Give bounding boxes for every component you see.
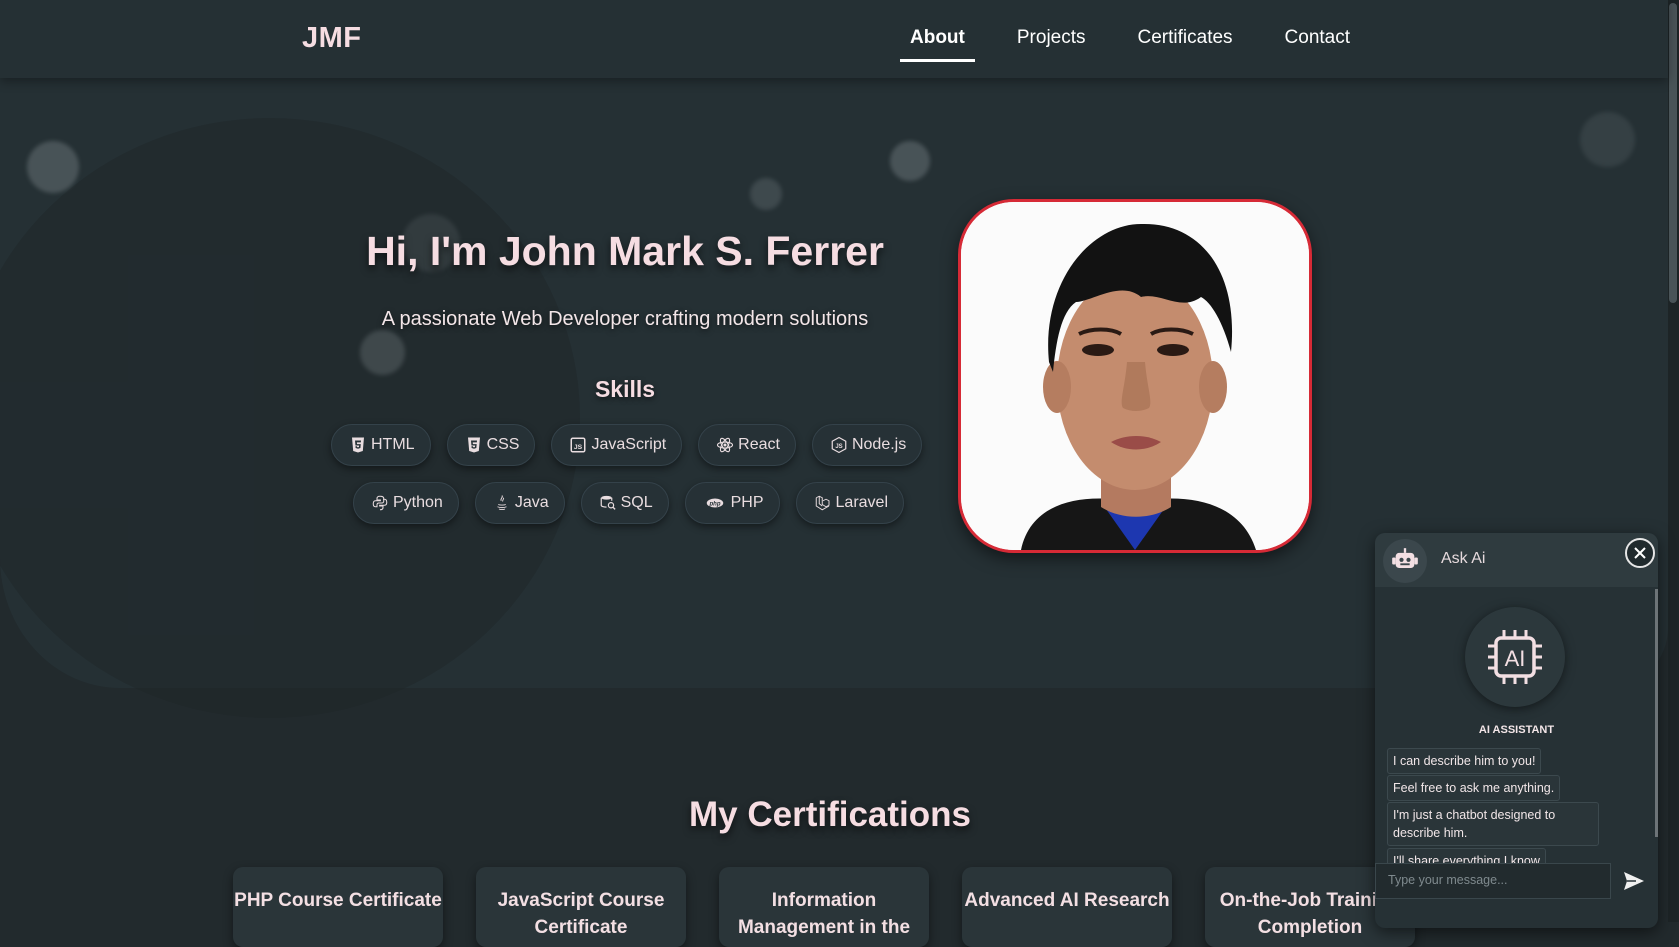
ai-emblem-text: AI	[1505, 646, 1526, 671]
skill-label: PHP	[730, 494, 764, 511]
skill-label: JavaScript	[591, 436, 667, 453]
skill-label: Python	[393, 494, 443, 511]
svg-text:php: php	[708, 501, 720, 507]
ai-chip-icon: AI	[1488, 630, 1542, 684]
nav-link-contact[interactable]: Contact	[1275, 0, 1360, 78]
certifications-heading: My Certifications	[689, 795, 971, 834]
java-icon	[497, 495, 507, 511]
cert-card-title: Advanced AI Research	[964, 890, 1170, 911]
react-icon	[717, 437, 734, 453]
chat-message: I can describe him to you!	[1387, 748, 1542, 774]
skill-label: CSS	[486, 436, 520, 453]
ai-emblem: AI	[1465, 607, 1565, 707]
decorative-bubble	[750, 178, 782, 210]
chat-title: Ask Ai	[1441, 550, 1486, 567]
skills-row-1: HTML CSS JS JavaScript React JS Node.js	[331, 424, 923, 466]
cert-card-title: Information Management in the	[737, 890, 911, 938]
skills-row-2: Python Java SQL php PHP Laravel	[353, 482, 905, 524]
ai-assistant-label: AI ASSISTANT	[1478, 724, 1555, 736]
nav-link-certificates[interactable]: Certificates	[1128, 0, 1243, 78]
php-icon: php	[706, 498, 723, 508]
chat-scrollbar[interactable]	[1655, 589, 1658, 837]
cert-card-title: PHP Course Certificate	[234, 890, 442, 911]
skill-label: SQL	[620, 494, 653, 511]
skill-chip-react: React	[698, 424, 796, 466]
decorative-bubble	[27, 141, 79, 193]
skill-label: HTML	[371, 436, 415, 453]
nav-link-about[interactable]: About	[900, 0, 975, 78]
skill-chip-laravel: Laravel	[795, 482, 905, 524]
decorative-bubble	[360, 330, 405, 375]
chat-message: I'm just a chatbot designed to describe …	[1387, 802, 1599, 846]
svg-text:JS: JS	[574, 444, 583, 451]
decorative-bubble	[890, 141, 930, 181]
cert-card-javascript[interactable]: JavaScript Course Certificate	[476, 867, 686, 947]
python-icon	[372, 495, 388, 511]
cert-card-information-management[interactable]: Information Management in the	[719, 867, 929, 947]
skill-chip-sql: SQL	[580, 482, 669, 524]
chat-send-button[interactable]	[1622, 869, 1646, 898]
send-icon	[1624, 872, 1644, 890]
skill-chip-python: Python	[353, 482, 459, 524]
close-icon	[1634, 547, 1646, 559]
cert-card-advanced-ai[interactable]: Advanced AI Research	[962, 867, 1172, 947]
skill-chip-css: CSS	[446, 424, 536, 466]
laravel-icon	[815, 495, 830, 511]
css3-icon	[467, 437, 480, 453]
skill-chip-nodejs: JS Node.js	[811, 424, 923, 466]
nav-link-projects[interactable]: Projects	[1007, 0, 1096, 78]
chat-message-input[interactable]: Type your message...	[1375, 863, 1611, 899]
cert-card-php[interactable]: PHP Course Certificate	[233, 867, 443, 947]
skill-label: Laravel	[835, 494, 889, 511]
chat-bot-avatar	[1383, 539, 1427, 583]
chat-close-button[interactable]	[1625, 538, 1655, 568]
top-navbar: JMF About Projects Certificates Contact	[0, 0, 1668, 78]
chat-message: Feel free to ask me anything.	[1387, 775, 1561, 801]
skill-chip-javascript: JS JavaScript	[551, 424, 683, 466]
profile-portrait-image	[961, 202, 1309, 550]
javascript-icon: JS	[570, 437, 586, 453]
ai-chat-widget: Ask Ai AI AI ASSISTANT I can describe hi…	[1375, 533, 1658, 928]
skill-chip-java: Java	[474, 482, 565, 524]
profile-photo	[958, 199, 1312, 553]
hero-background-shape	[0, 118, 580, 718]
html5-icon	[352, 437, 364, 453]
chat-header: Ask Ai	[1375, 533, 1658, 587]
skills-heading: Skills	[594, 376, 656, 402]
hero-title: Hi, I'm John Mark S. Ferrer	[366, 228, 884, 274]
skill-chip-html: HTML	[331, 424, 431, 466]
skill-label: Java	[514, 494, 549, 511]
database-icon	[600, 495, 616, 510]
skill-label: Node.js	[851, 436, 907, 453]
hero-subtitle: A passionate Web Developer crafting mode…	[381, 308, 869, 330]
cert-card-title: JavaScript Course Certificate	[497, 890, 665, 938]
skill-chip-php: php PHP	[684, 482, 780, 524]
decorative-bubble	[1580, 112, 1635, 167]
svg-text:JS: JS	[835, 444, 842, 450]
skill-label: React	[738, 436, 780, 453]
robot-icon	[1392, 548, 1418, 568]
site-logo[interactable]: JMF	[302, 22, 362, 55]
nav-links: About Projects Certificates Contact	[900, 0, 1392, 78]
page-scrollbar-thumb[interactable]	[1669, 3, 1677, 303]
nodejs-icon: JS	[831, 436, 847, 454]
